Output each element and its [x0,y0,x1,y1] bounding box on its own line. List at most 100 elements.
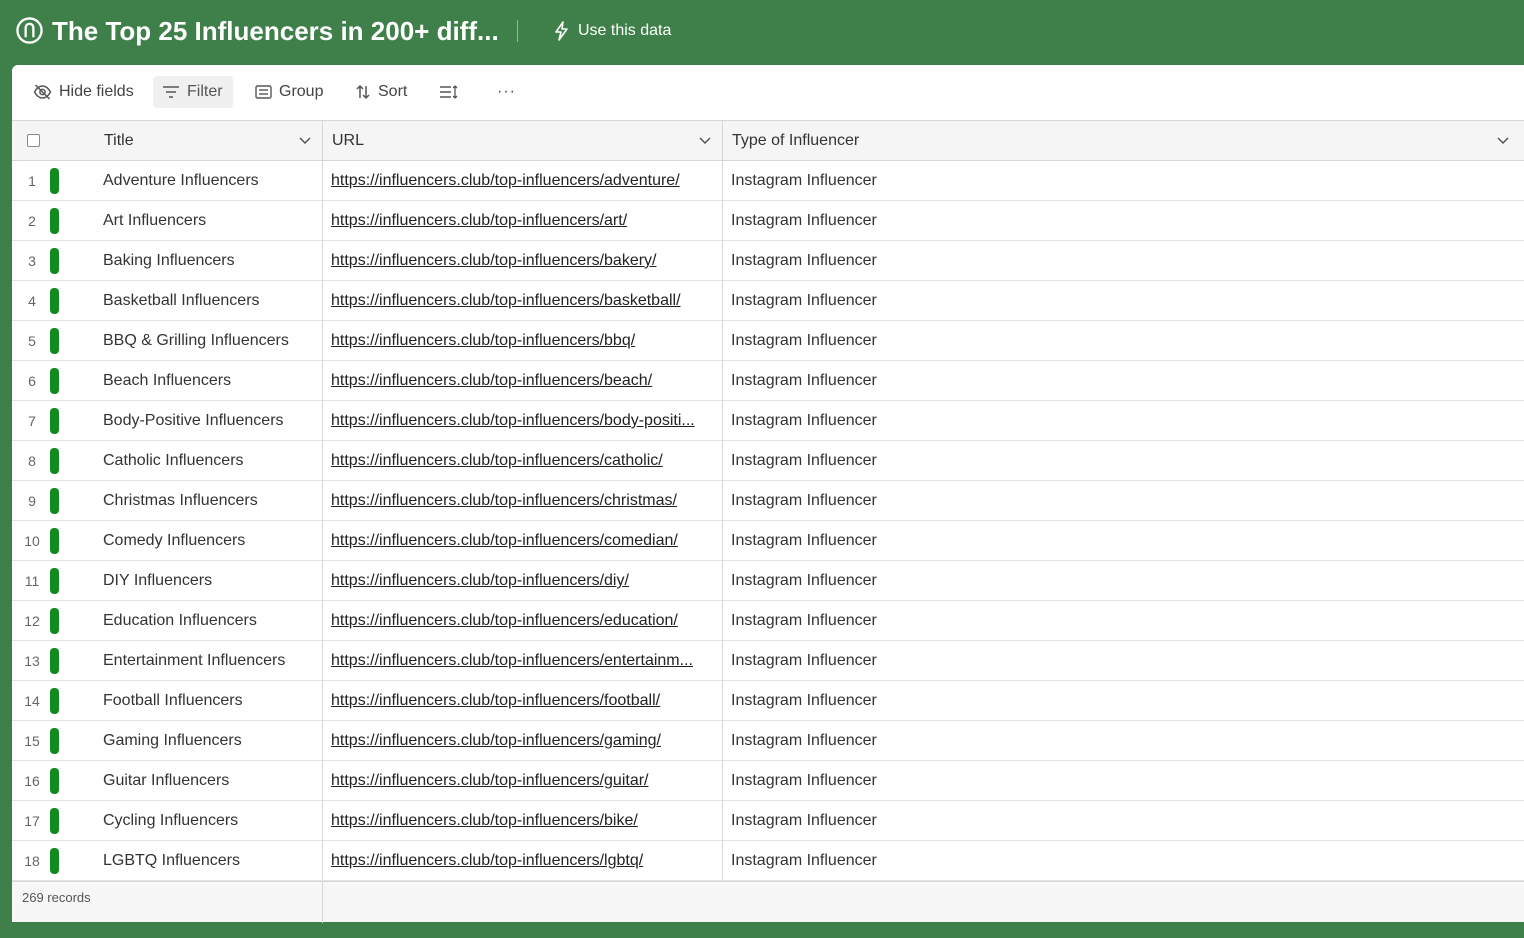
chevron-down-icon[interactable] [699,135,711,145]
table-row[interactable]: 12 Education Influencers https://influence… [12,601,1524,641]
cell-type[interactable]: Instagram Influencer [731,401,1491,441]
hide-fields-button[interactable]: Hide fields [24,76,143,108]
cell-type[interactable]: Instagram Influencer [731,241,1491,281]
base-title[interactable]: The Top 25 Influencers in 200+ diff... [52,15,499,47]
row-number: 17 [24,813,40,829]
cell-type[interactable]: Instagram Influencer [731,201,1491,241]
cell-title[interactable]: Art Influencers [103,201,318,241]
table-row[interactable]: 14 Football Influencers https://influencer… [12,681,1524,721]
cell-title[interactable]: Beach Influencers [103,361,318,401]
column-divider [722,120,723,880]
table-row[interactable]: 2 Art Influencers https://influencers.club… [12,201,1524,241]
use-this-data-button[interactable]: Use this data [553,19,671,43]
row-color-indicator [50,408,59,434]
column-header-title[interactable]: Title [104,121,134,161]
cell-title[interactable]: Body-Positive Influencers [103,401,318,441]
cell-type[interactable]: Instagram Influencer [731,561,1491,601]
table-row[interactable]: 17 Cycling Influencers https://influencers… [12,801,1524,841]
cell-url-link[interactable]: https://influencers.club/top-influencers… [331,481,712,521]
cell-type[interactable]: Instagram Influencer [731,481,1491,521]
table-row[interactable]: 11 DIY Influencers https://influencers.clu… [12,561,1524,601]
cell-title[interactable]: Catholic Influencers [103,441,318,481]
table-row[interactable]: 3 Baking Influencers https://influencers.c… [12,241,1524,281]
table-row[interactable]: 10 Comedy Influencers https://influencers.… [12,521,1524,561]
table-row[interactable]: 9 Christmas Influencers https://influencer… [12,481,1524,521]
cell-type[interactable]: Instagram Influencer [731,441,1491,481]
column-header-type[interactable]: Type of Influencer [732,121,859,161]
cell-title[interactable]: Adventure Influencers [103,161,318,201]
cell-url-link[interactable]: https://influencers.club/top-influencers… [331,641,712,681]
cell-url-link[interactable]: https://influencers.club/top-influencers… [331,521,712,561]
table-row[interactable]: 7 Body-Positive Influencers https://influe… [12,401,1524,441]
cell-url-link[interactable]: https://influencers.club/top-influencers… [331,401,712,441]
cell-type[interactable]: Instagram Influencer [731,281,1491,321]
cell-title[interactable]: Gaming Influencers [103,721,318,761]
filter-button[interactable]: Filter [153,76,233,108]
cell-url-link[interactable]: https://influencers.club/top-influencers… [331,161,712,201]
cell-url-link[interactable]: https://influencers.club/top-influencers… [331,201,712,241]
table-row[interactable]: 18 LGBTQ Influencers https://influencers.c… [12,841,1524,881]
row-number: 8 [28,453,36,469]
row-color-indicator [50,448,59,474]
table-row[interactable]: 8 Catholic Influencers https://influencers… [12,441,1524,481]
cell-title[interactable]: Guitar Influencers [103,761,318,801]
record-count: 269 records [22,890,91,905]
table-row[interactable]: 4 Basketball Influencers https://influence… [12,281,1524,321]
chevron-down-icon[interactable] [299,135,311,145]
sort-button[interactable]: Sort [346,76,416,108]
cell-url-link[interactable]: https://influencers.club/top-influencers… [331,361,712,401]
cell-type[interactable]: Instagram Influencer [731,361,1491,401]
cell-title[interactable]: Christmas Influencers [103,481,318,521]
cell-title[interactable]: Education Influencers [103,601,318,641]
cell-title[interactable]: LGBTQ Influencers [103,841,318,881]
column-header-url[interactable]: URL [332,121,364,161]
column-divider [322,882,323,923]
cell-title[interactable]: Basketball Influencers [103,281,318,321]
cell-type[interactable]: Instagram Influencer [731,841,1491,881]
table-row[interactable]: 6 Beach Influencers https://influencers.cl… [12,361,1524,401]
group-button[interactable]: Group [246,76,332,108]
title-divider [517,20,518,42]
table-row[interactable]: 5 BBQ & Grilling Influencers https://influ… [12,321,1524,361]
table-row[interactable]: 16 Guitar Influencers https://influencers.… [12,761,1524,801]
cell-type[interactable]: Instagram Influencer [731,601,1491,641]
more-options-button[interactable]: ··· [488,76,525,108]
chevron-down-icon[interactable] [1497,135,1509,145]
cell-url-link[interactable]: https://influencers.club/top-influencers… [331,841,712,881]
cell-url-link[interactable]: https://influencers.club/top-influencers… [331,761,712,801]
eye-slash-icon [33,84,52,100]
table-row[interactable]: 13 Entertainment Influencers https://influ… [12,641,1524,681]
cell-type[interactable]: Instagram Influencer [731,801,1491,841]
cell-title[interactable]: Comedy Influencers [103,521,318,561]
cell-url-link[interactable]: https://influencers.club/top-influencers… [331,441,712,481]
cell-url-link[interactable]: https://influencers.club/top-influencers… [331,601,712,641]
table-row[interactable]: 15 Gaming Influencers https://influencers.… [12,721,1524,761]
base-logo-icon[interactable] [16,17,43,44]
cell-url-link[interactable]: https://influencers.club/top-influencers… [331,241,712,281]
cell-type[interactable]: Instagram Influencer [731,681,1491,721]
cell-url-link[interactable]: https://influencers.club/top-influencers… [331,801,712,841]
cell-title[interactable]: DIY Influencers [103,561,318,601]
cell-title[interactable]: Entertainment Influencers [103,641,318,681]
cell-title[interactable]: Cycling Influencers [103,801,318,841]
table-row[interactable]: 1 Adventure Influencers https://influencer… [12,161,1524,201]
cell-url-link[interactable]: https://influencers.club/top-influencers… [331,721,712,761]
cell-url-link[interactable]: https://influencers.club/top-influencers… [331,321,712,361]
cell-url-link[interactable]: https://influencers.club/top-influencers… [331,681,712,721]
cell-title[interactable]: Baking Influencers [103,241,318,281]
row-height-button[interactable] [430,76,475,108]
row-color-indicator [50,648,59,674]
cell-type[interactable]: Instagram Influencer [731,641,1491,681]
cell-type[interactable]: Instagram Influencer [731,721,1491,761]
cell-type[interactable]: Instagram Influencer [731,521,1491,561]
cell-title[interactable]: BBQ & Grilling Influencers [103,321,318,361]
select-all-checkbox[interactable] [27,134,40,147]
cell-url-link[interactable]: https://influencers.club/top-influencers… [331,281,712,321]
cell-title[interactable]: Football Influencers [103,681,318,721]
cell-url-link[interactable]: https://influencers.club/top-influencers… [331,561,712,601]
cell-type[interactable]: Instagram Influencer [731,161,1491,201]
row-color-indicator [50,848,59,874]
cell-type[interactable]: Instagram Influencer [731,761,1491,801]
cell-type[interactable]: Instagram Influencer [731,321,1491,361]
row-color-indicator [50,728,59,754]
